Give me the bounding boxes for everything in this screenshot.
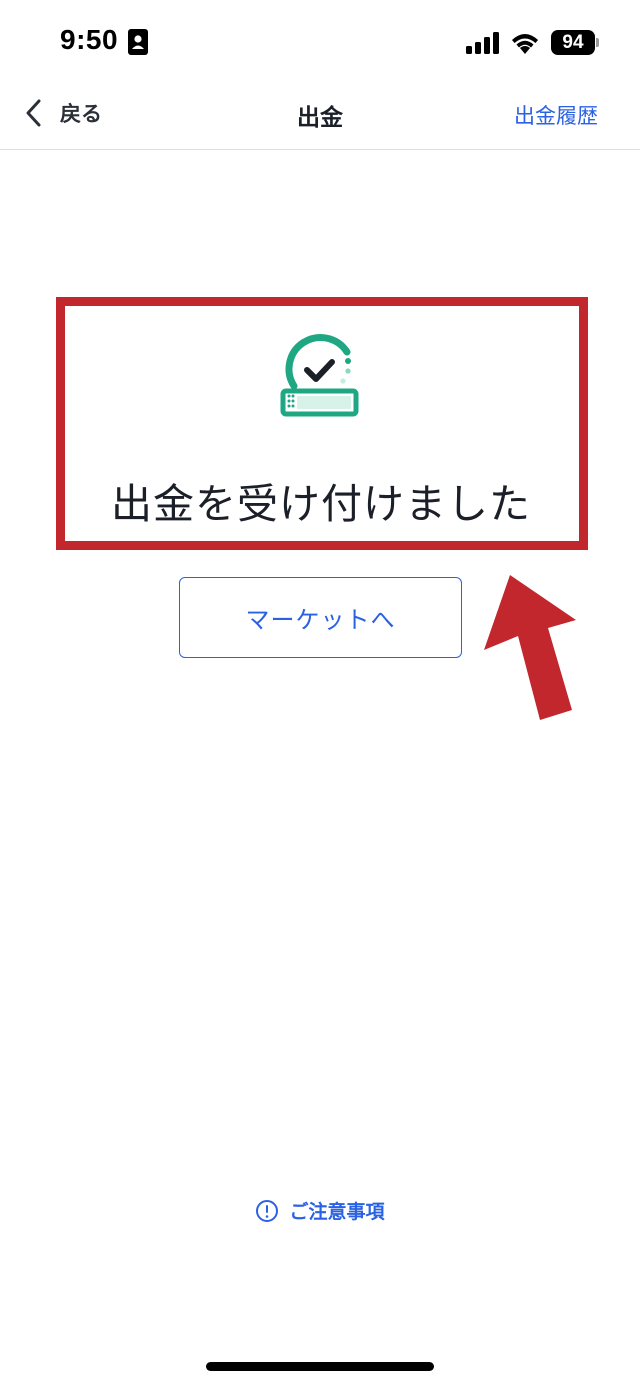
id-card-icon — [128, 29, 148, 55]
status-bar: 9:50 94 — [0, 0, 640, 84]
status-time: 9:50 — [60, 24, 119, 55]
go-to-market-button[interactable]: マーケットへ — [179, 577, 462, 658]
notes-label: ご注意事項 — [289, 1201, 385, 1223]
home-indicator[interactable] — [206, 1362, 434, 1371]
withdrawal-history-link[interactable]: 出金履歴 — [514, 100, 598, 130]
wifi-icon — [512, 34, 538, 54]
withdrawal-complete-screen: 9:50 94 戻る 出金 出金履歴 出金を受け付けました マーケットへ ご注意… — [0, 0, 640, 1385]
notes-link[interactable]: ご注意事項 — [0, 1197, 640, 1224]
navigation-bar: 戻る 出金 出金履歴 — [0, 84, 640, 150]
annotation-arrow-icon — [484, 575, 576, 720]
cellular-signal-icon — [466, 32, 499, 54]
battery-cap — [596, 38, 599, 47]
battery-indicator: 94 — [551, 30, 595, 55]
annotation-highlight-frame — [56, 297, 588, 550]
info-circle-icon — [256, 1199, 279, 1222]
